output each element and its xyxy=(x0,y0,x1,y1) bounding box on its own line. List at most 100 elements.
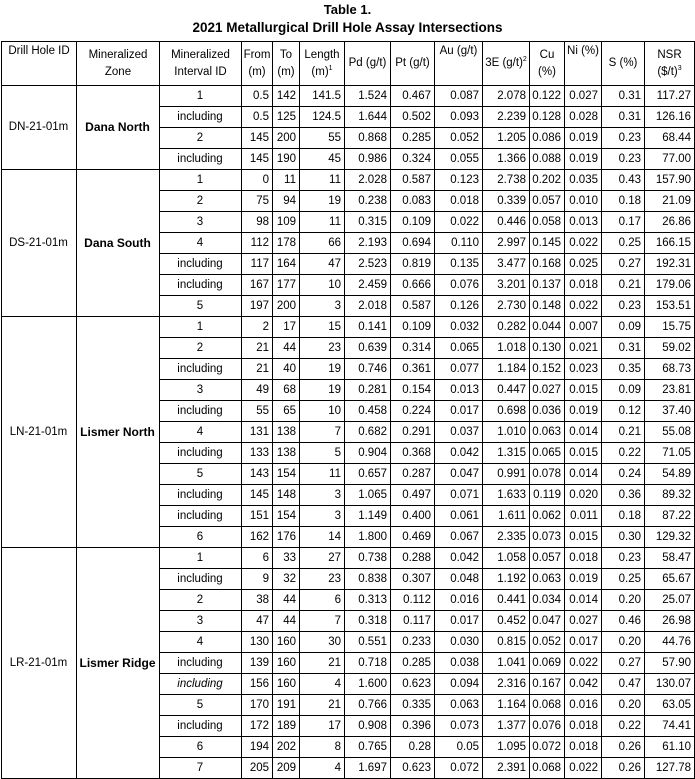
3e-cell: 1.611 xyxy=(482,505,530,527)
to-cell: 138 xyxy=(272,421,300,443)
nsr-cell: 117.27 xyxy=(644,85,695,107)
cu-cell: 0.047 xyxy=(529,610,565,632)
s-cell: 0.18 xyxy=(601,505,645,527)
nsr-cell: 26.98 xyxy=(644,610,695,632)
length-cell: 3 xyxy=(299,484,345,506)
to-cell: 148 xyxy=(272,484,300,506)
pt-cell: 0.396 xyxy=(390,715,435,737)
pd-cell: 2.523 xyxy=(344,253,391,275)
cu-cell: 0.119 xyxy=(529,484,565,506)
nsr-cell: 129.32 xyxy=(644,526,695,548)
s-cell: 0.31 xyxy=(601,337,645,359)
ni-cell: 0.023 xyxy=(564,358,602,380)
ni-cell: 0.015 xyxy=(564,526,602,548)
interval-id-cell: including xyxy=(159,400,242,422)
interval-id-cell: including xyxy=(159,358,242,380)
pd-cell: 0.551 xyxy=(344,631,391,653)
cu-cell: 0.057 xyxy=(529,547,565,569)
from-cell: 197 xyxy=(241,295,273,317)
cu-cell: 0.072 xyxy=(529,736,565,758)
pd-cell: 0.315 xyxy=(344,211,391,233)
interval-id-cell: 2 xyxy=(159,589,242,611)
s-cell: 0.31 xyxy=(601,85,645,107)
pd-cell: 1.800 xyxy=(344,526,391,548)
from-cell: 75 xyxy=(241,190,273,212)
from-cell: 47 xyxy=(241,610,273,632)
s-cell: 0.27 xyxy=(601,253,645,275)
cu-cell: 0.167 xyxy=(529,673,565,695)
document-page: Table 1. 2021 Metallurgical Drill Hole A… xyxy=(0,0,695,779)
ni-cell: 0.016 xyxy=(564,694,602,716)
interval-id-cell: including xyxy=(159,253,242,275)
cu-cell: 0.152 xyxy=(529,358,565,380)
header-mineralized-zone: Mineralized Zone xyxy=(76,41,160,86)
au-cell: 0.063 xyxy=(434,694,483,716)
pd-cell: 1.600 xyxy=(344,673,391,695)
interval-id-cell: 3 xyxy=(159,610,242,632)
nsr-cell: 68.73 xyxy=(644,358,695,380)
length-cell: 47 xyxy=(299,253,345,275)
header-drill-hole-id: Drill Hole ID xyxy=(1,41,77,86)
from-cell: 167 xyxy=(241,274,273,296)
s-cell: 0.23 xyxy=(601,127,645,149)
au-cell: 0.038 xyxy=(434,652,483,674)
3e-cell: 1.377 xyxy=(482,715,530,737)
interval-id-cell: including xyxy=(159,148,242,170)
interval-id-cell: including xyxy=(159,484,242,506)
cu-cell: 0.036 xyxy=(529,400,565,422)
ni-cell: 0.014 xyxy=(564,589,602,611)
interval-id-cell: 1 xyxy=(159,85,242,107)
pt-cell: 0.291 xyxy=(390,421,435,443)
au-cell: 0.05 xyxy=(434,736,483,758)
s-cell: 0.23 xyxy=(601,547,645,569)
ni-cell: 0.019 xyxy=(564,127,602,149)
ni-cell: 0.027 xyxy=(564,610,602,632)
mineralized-zone-cell: Dana North xyxy=(76,85,160,170)
pd-cell: 0.765 xyxy=(344,736,391,758)
3e-cell: 1.633 xyxy=(482,484,530,506)
header-nsr-text: NSR ($/t) xyxy=(657,48,682,78)
ni-cell: 0.017 xyxy=(564,631,602,653)
cu-cell: 0.148 xyxy=(529,295,565,317)
length-cell: 17 xyxy=(299,715,345,737)
3e-cell: 1.164 xyxy=(482,694,530,716)
pd-cell: 1.644 xyxy=(344,106,391,128)
interval-id-cell: 2 xyxy=(159,127,242,149)
nsr-cell: 89.32 xyxy=(644,484,695,506)
ni-cell: 0.035 xyxy=(564,169,602,191)
interval-id-cell: 2 xyxy=(159,337,242,359)
drill-hole-id-cell: DS-21-01m xyxy=(1,169,77,317)
interval-id-cell: 3 xyxy=(159,211,242,233)
ni-cell: 0.007 xyxy=(564,316,602,338)
nsr-cell: 127.78 xyxy=(644,757,695,779)
s-cell: 0.43 xyxy=(601,169,645,191)
interval-id-cell: including xyxy=(159,568,242,590)
length-cell: 23 xyxy=(299,337,345,359)
from-cell: 112 xyxy=(241,232,273,254)
pt-cell: 0.368 xyxy=(390,442,435,464)
s-cell: 0.26 xyxy=(601,757,645,779)
to-cell: 65 xyxy=(272,400,300,422)
3e-cell: 3.201 xyxy=(482,274,530,296)
au-cell: 0.052 xyxy=(434,127,483,149)
pt-cell: 0.502 xyxy=(390,106,435,128)
pd-cell: 2.459 xyxy=(344,274,391,296)
interval-id-cell: 5 xyxy=(159,295,242,317)
length-cell: 11 xyxy=(299,463,345,485)
pt-cell: 0.109 xyxy=(390,316,435,338)
ni-cell: 0.018 xyxy=(564,715,602,737)
ni-cell: 0.019 xyxy=(564,400,602,422)
ni-cell: 0.025 xyxy=(564,253,602,275)
length-cell: 23 xyxy=(299,568,345,590)
3e-cell: 2.997 xyxy=(482,232,530,254)
pt-cell: 0.587 xyxy=(390,169,435,191)
pt-cell: 0.285 xyxy=(390,127,435,149)
length-cell: 3 xyxy=(299,505,345,527)
cu-cell: 0.062 xyxy=(529,505,565,527)
nsr-cell: 179.06 xyxy=(644,274,695,296)
s-cell: 0.26 xyxy=(601,736,645,758)
au-cell: 0.017 xyxy=(434,610,483,632)
pt-cell: 0.623 xyxy=(390,757,435,779)
length-cell: 3 xyxy=(299,295,345,317)
length-cell: 10 xyxy=(299,274,345,296)
